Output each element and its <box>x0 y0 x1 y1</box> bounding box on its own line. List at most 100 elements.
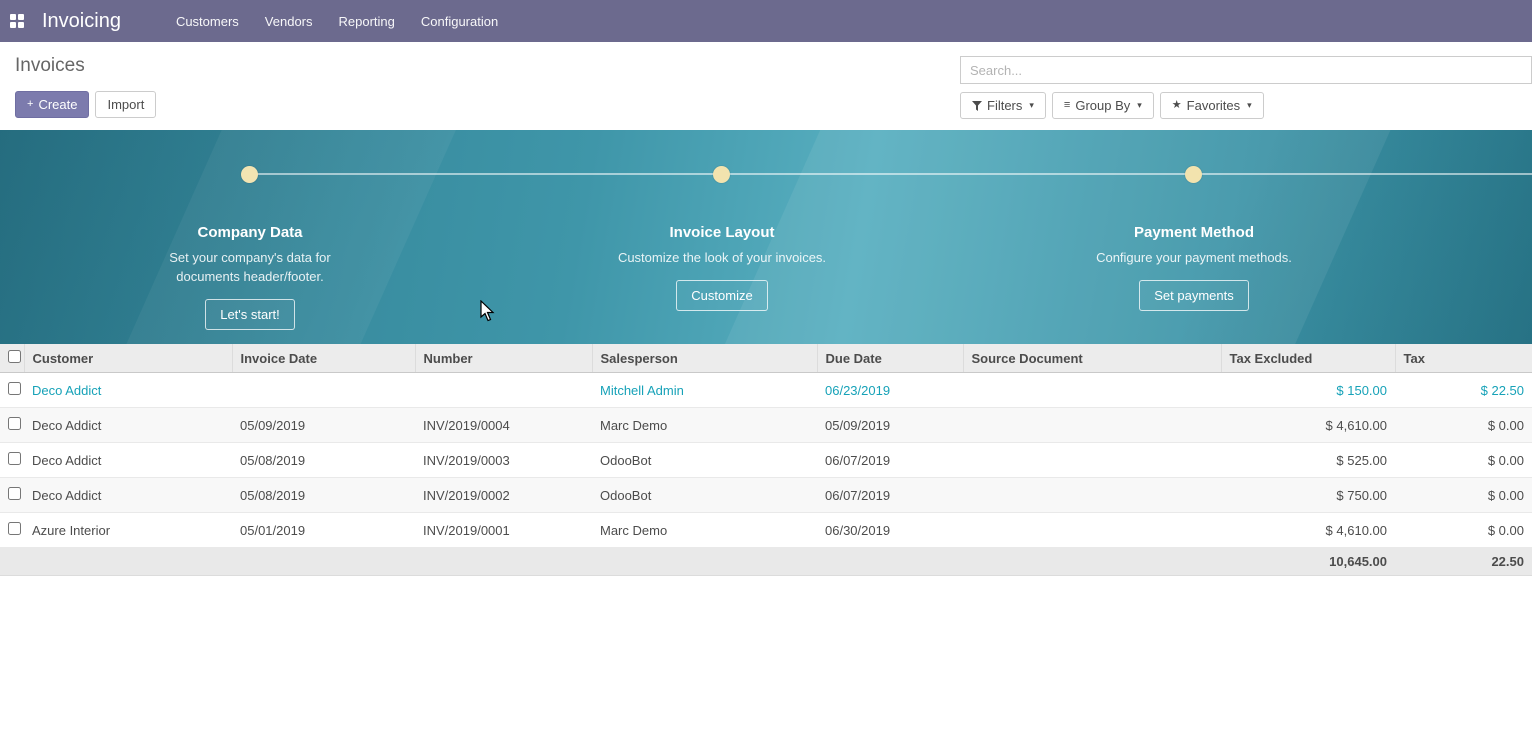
step-title: Invoice Layout <box>562 224 882 241</box>
step-title: Payment Method <box>1034 224 1354 241</box>
cell-customer: Deco Addict <box>24 408 232 443</box>
cell-invoice-date <box>232 373 415 408</box>
import-button[interactable]: Import <box>95 91 156 118</box>
header-due-date[interactable]: Due Date <box>817 344 963 373</box>
table-totals-row: 10,645.00 22.50 <box>0 548 1532 576</box>
total-tax: 22.50 <box>1395 548 1532 576</box>
page-title: Invoices <box>15 55 85 77</box>
cell-salesperson: Marc Demo <box>592 513 817 548</box>
onboarding-step-company-data: Company Data Set your company's data for… <box>90 196 410 330</box>
step-description: Customize the look of your invoices. <box>610 248 834 267</box>
table-row[interactable]: Deco Addict 05/08/2019 INV/2019/0002 Odo… <box>0 478 1532 513</box>
cell-source-document <box>963 513 1221 548</box>
table-header-row: Customer Invoice Date Number Salesperson… <box>0 344 1532 373</box>
cell-due-date: 06/30/2019 <box>817 513 963 548</box>
cell-number: INV/2019/0001 <box>415 513 592 548</box>
header-number[interactable]: Number <box>415 344 592 373</box>
table-row[interactable]: Deco Addict Mitchell Admin 06/23/2019 $ … <box>0 373 1532 408</box>
filters-button[interactable]: Filters ▾ <box>960 92 1046 119</box>
header-tax-excluded[interactable]: Tax Excluded <box>1221 344 1395 373</box>
cell-invoice-date: 05/08/2019 <box>232 478 415 513</box>
table-row[interactable]: Deco Addict 05/08/2019 INV/2019/0003 Odo… <box>0 443 1532 478</box>
cell-tax-excluded: $ 525.00 <box>1221 443 1395 478</box>
cell-tax-excluded: $ 750.00 <box>1221 478 1395 513</box>
onboarding-banner: Company Data Set your company's data for… <box>0 130 1532 344</box>
app-title[interactable]: Invoicing <box>42 10 121 33</box>
onboarding-timeline <box>250 173 1532 175</box>
step-dot-company-data <box>241 166 258 183</box>
row-checkbox[interactable] <box>8 382 21 395</box>
step-description: Set your company's data for documents he… <box>138 248 362 286</box>
group-by-button-label: Group By <box>1075 99 1130 112</box>
select-all-checkbox[interactable] <box>8 350 21 363</box>
cell-salesperson: Marc Demo <box>592 408 817 443</box>
cell-due-date: 06/23/2019 <box>817 373 963 408</box>
cell-customer: Deco Addict <box>24 443 232 478</box>
cell-tax: $ 0.00 <box>1395 408 1532 443</box>
step-title: Company Data <box>90 224 410 241</box>
cell-number: INV/2019/0002 <box>415 478 592 513</box>
search-input[interactable] <box>960 56 1532 84</box>
nav-item-configuration[interactable]: Configuration <box>408 0 511 42</box>
header-source-document[interactable]: Source Document <box>963 344 1221 373</box>
header-salesperson[interactable]: Salesperson <box>592 344 817 373</box>
table-row[interactable]: Azure Interior 05/01/2019 INV/2019/0001 … <box>0 513 1532 548</box>
header-customer[interactable]: Customer <box>24 344 232 373</box>
row-checkbox[interactable] <box>8 417 21 430</box>
cell-due-date: 06/07/2019 <box>817 443 963 478</box>
cell-customer: Deco Addict <box>24 373 232 408</box>
cell-source-document <box>963 373 1221 408</box>
nav-item-vendors[interactable]: Vendors <box>252 0 326 42</box>
star-icon: ★ <box>1172 100 1182 111</box>
chevron-down-icon: ▾ <box>1029 101 1034 110</box>
create-button[interactable]: + Create <box>15 91 89 118</box>
cell-source-document <box>963 443 1221 478</box>
favorites-button[interactable]: ★ Favorites ▾ <box>1160 92 1264 119</box>
apps-grid-icon[interactable] <box>10 14 24 28</box>
cell-salesperson: Mitchell Admin <box>592 373 817 408</box>
header-invoice-date[interactable]: Invoice Date <box>232 344 415 373</box>
row-checkbox[interactable] <box>8 522 21 535</box>
cell-source-document <box>963 408 1221 443</box>
chevron-down-icon: ▾ <box>1247 101 1252 110</box>
table-row[interactable]: Deco Addict 05/09/2019 INV/2019/0004 Mar… <box>0 408 1532 443</box>
header-tax[interactable]: Tax <box>1395 344 1532 373</box>
cell-salesperson: OdooBot <box>592 478 817 513</box>
group-by-button[interactable]: ≡ Group By ▾ <box>1052 92 1154 119</box>
step-description: Configure your payment methods. <box>1082 248 1306 267</box>
search-filter-buttons: Filters ▾ ≡ Group By ▾ ★ Favorites ▾ <box>960 92 1264 119</box>
cell-source-document <box>963 478 1221 513</box>
favorites-button-label: Favorites <box>1187 99 1240 112</box>
plus-icon: + <box>27 99 33 110</box>
cell-salesperson: OdooBot <box>592 443 817 478</box>
set-payments-button[interactable]: Set payments <box>1139 280 1249 311</box>
cell-tax-excluded: $ 150.00 <box>1221 373 1395 408</box>
onboarding-step-invoice-layout: Invoice Layout Customize the look of you… <box>562 196 882 311</box>
cell-invoice-date: 05/09/2019 <box>232 408 415 443</box>
filter-funnel-icon <box>972 101 982 111</box>
onboarding-step-payment-method: Payment Method Configure your payment me… <box>1034 196 1354 311</box>
cell-number: INV/2019/0004 <box>415 408 592 443</box>
import-button-label: Import <box>107 98 144 111</box>
row-checkbox[interactable] <box>8 487 21 500</box>
cell-due-date: 05/09/2019 <box>817 408 963 443</box>
lets-start-button[interactable]: Let's start! <box>205 299 295 330</box>
cell-invoice-date: 05/08/2019 <box>232 443 415 478</box>
group-by-icon: ≡ <box>1064 100 1070 111</box>
customize-button[interactable]: Customize <box>676 280 767 311</box>
cell-tax-excluded: $ 4,610.00 <box>1221 513 1395 548</box>
cell-tax: $ 0.00 <box>1395 443 1532 478</box>
cell-tax-excluded: $ 4,610.00 <box>1221 408 1395 443</box>
action-buttons: + Create Import <box>15 91 156 118</box>
nav-item-reporting[interactable]: Reporting <box>326 0 408 42</box>
chevron-down-icon: ▾ <box>1137 101 1142 110</box>
cell-tax: $ 0.00 <box>1395 478 1532 513</box>
row-checkbox[interactable] <box>8 452 21 465</box>
cell-number: INV/2019/0003 <box>415 443 592 478</box>
step-dot-invoice-layout <box>713 166 730 183</box>
create-button-label: Create <box>38 98 77 111</box>
nav-item-customers[interactable]: Customers <box>163 0 252 42</box>
nav-menu: Customers Vendors Reporting Configuratio… <box>163 0 511 42</box>
invoices-table: Customer Invoice Date Number Salesperson… <box>0 344 1532 576</box>
cell-tax: $ 22.50 <box>1395 373 1532 408</box>
